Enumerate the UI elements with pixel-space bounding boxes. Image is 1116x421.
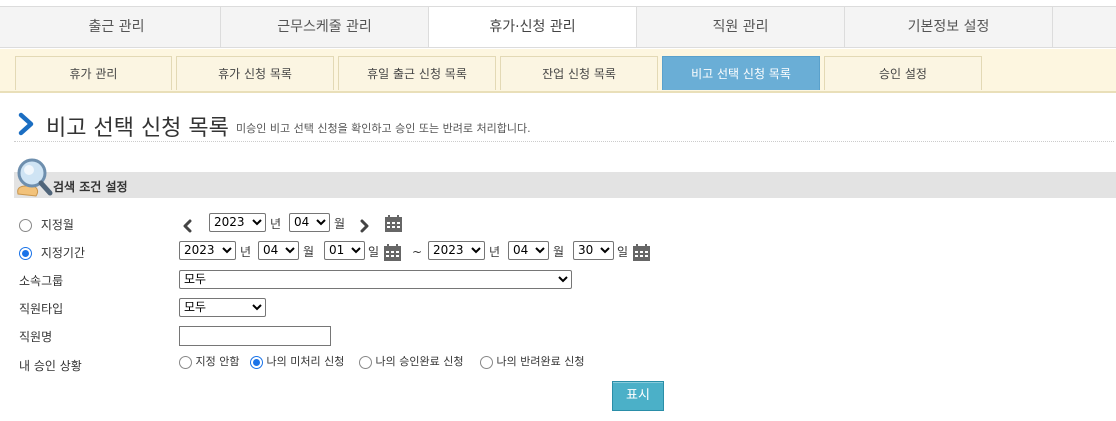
chevron-down-icon [535, 247, 545, 254]
chevron-down-icon [285, 247, 295, 254]
unit-year: 년 [489, 245, 501, 259]
period-option-label: 지정기간 [40, 246, 85, 260]
chevron-right-icon [18, 112, 34, 136]
unit-month: 월 [303, 245, 315, 259]
status-option-none[interactable]: 지정 안함 [179, 353, 239, 369]
month-option-label: 지정월 [40, 218, 74, 232]
page-header: 비고 선택 신청 목록 미승인 비고 선택 신청을 확인하고 승인 또는 반려로… [14, 110, 1114, 142]
chevron-down-icon [558, 276, 568, 283]
calendar-icon[interactable] [632, 243, 651, 262]
period-radio[interactable] [19, 247, 32, 260]
tab-leave-request[interactable]: 휴가·신청 관리 [429, 7, 637, 47]
period-end-month-select[interactable]: 04 [508, 241, 549, 260]
calendar-icon[interactable] [383, 243, 402, 262]
search-title: 검색 조건 설정 [53, 180, 128, 194]
status-radio-pending[interactable] [250, 355, 263, 369]
tab-basic-settings[interactable]: 기본정보 설정 [845, 7, 1053, 47]
unit-year: 년 [270, 217, 282, 231]
unit-day: 일 [368, 245, 380, 259]
unit-month: 월 [334, 217, 346, 231]
name-input[interactable] [179, 326, 331, 346]
type-select[interactable]: 모두 [179, 298, 266, 317]
period-separator: ~ [412, 245, 423, 259]
page-title: 비고 선택 신청 목록 [46, 116, 229, 141]
page-description: 미승인 비고 선택 신청을 확인하고 승인 또는 반려로 처리합니다. [236, 122, 531, 135]
status-radio-approved[interactable] [359, 355, 372, 369]
subtab-approval-settings[interactable]: 승인 설정 [824, 56, 982, 90]
calendar-icon[interactable] [384, 214, 403, 233]
chevron-down-icon [351, 247, 361, 254]
period-start-month-select[interactable]: 04 [258, 241, 299, 260]
chevron-down-icon [471, 247, 481, 254]
subtab-leave-manage[interactable]: 휴가 관리 [15, 56, 172, 90]
type-label: 직원타입 [19, 302, 64, 316]
month-option[interactable]: 지정월 [19, 216, 74, 233]
period-start-day-select[interactable]: 01 [324, 241, 365, 260]
tab-attendance[interactable]: 출근 관리 [13, 7, 221, 47]
sub-tab-bar: 휴가 관리 휴가 신청 목록 휴일 출근 신청 목록 잔업 신청 목록 비고 선… [0, 49, 1116, 93]
unit-year: 년 [240, 245, 252, 259]
status-label: 내 승인 상황 [19, 359, 82, 373]
period-start-year-select[interactable]: 2023 [179, 241, 236, 260]
chevron-down-icon [252, 219, 262, 226]
subtab-overtime-requests[interactable]: 잔업 신청 목록 [500, 56, 658, 90]
status-radio-none[interactable] [179, 355, 192, 369]
tab-work-schedule[interactable]: 근무스케줄 관리 [221, 7, 429, 47]
month-radio[interactable] [19, 219, 32, 232]
main-tab-bar: 출근 관리 근무스케줄 관리 휴가·신청 관리 직원 관리 기본정보 설정 [0, 6, 1116, 48]
show-button[interactable]: 표시 [612, 381, 664, 411]
status-option-approved[interactable]: 나의 승인완료 신청 [359, 353, 463, 369]
group-label: 소속그룹 [19, 274, 64, 288]
status-option-pending[interactable]: 나의 미처리 신청 [250, 353, 344, 369]
unit-day: 일 [617, 245, 629, 259]
period-end-day-select[interactable]: 30 [573, 241, 614, 260]
chevron-down-icon [316, 219, 326, 226]
status-option-rejected[interactable]: 나의 반려완료 신청 [480, 353, 584, 369]
tab-staff[interactable]: 직원 관리 [637, 7, 845, 47]
chevron-right-icon[interactable] [357, 219, 371, 233]
month-year-select[interactable]: 2023 [209, 213, 266, 232]
period-end-year-select[interactable]: 2023 [428, 241, 485, 260]
subtab-remarks-requests[interactable]: 비고 선택 신청 목록 [662, 56, 820, 90]
search-section-header [14, 172, 1116, 198]
status-radio-rejected[interactable] [480, 355, 493, 369]
chevron-down-icon [600, 247, 610, 254]
chevron-left-icon[interactable] [181, 219, 195, 233]
chevron-down-icon [222, 247, 232, 254]
magnifier-icon [17, 158, 53, 197]
subtab-leave-requests[interactable]: 휴가 신청 목록 [176, 56, 334, 90]
month-month-select[interactable]: 04 [289, 213, 330, 232]
name-label: 직원명 [19, 330, 53, 344]
subtab-holiday-work-requests[interactable]: 휴일 출근 신청 목록 [338, 56, 496, 90]
period-option[interactable]: 지정기간 [19, 244, 85, 261]
chevron-down-icon [252, 304, 262, 311]
unit-month: 월 [553, 245, 565, 259]
group-select[interactable]: 모두 [179, 270, 572, 289]
